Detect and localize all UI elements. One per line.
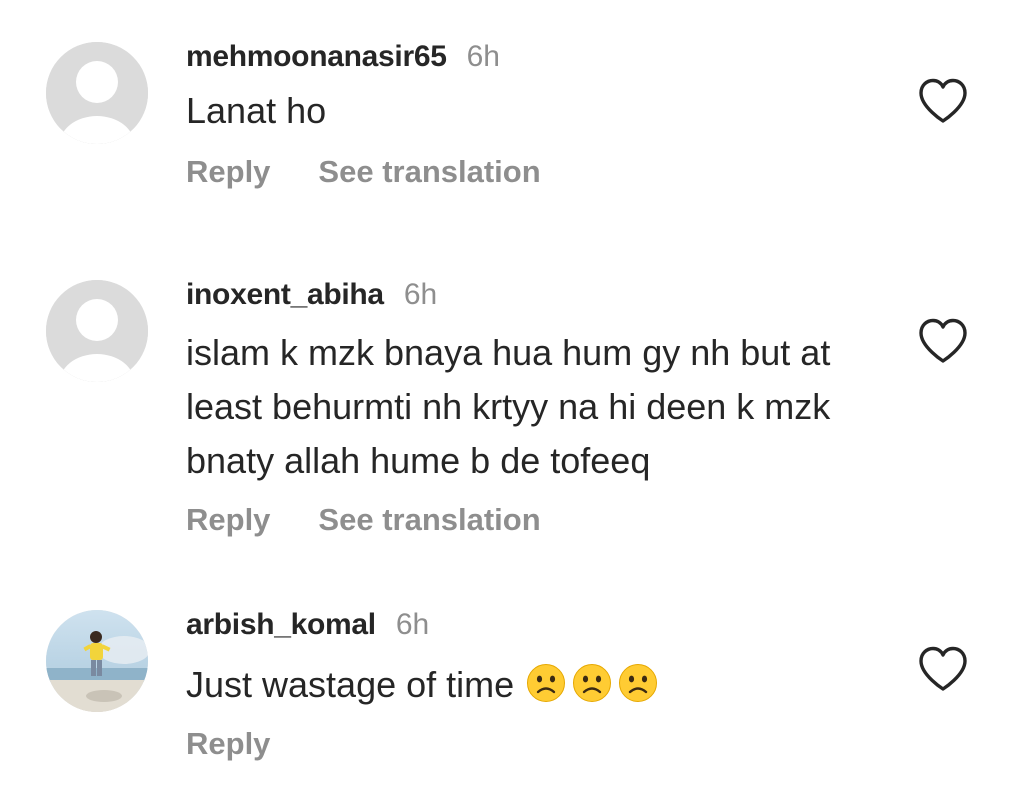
comment-body: inoxent_abiha 6h islam k mzk bnaya hua h… <box>186 276 866 538</box>
comment-meta: inoxent_abiha 6h <box>186 276 866 314</box>
see-translation-button[interactable]: See translation <box>318 502 540 538</box>
comment-actions: Reply See translation <box>186 154 904 190</box>
comment-meta: arbish_komal 6h <box>186 606 904 644</box>
default-avatar-icon <box>46 42 148 144</box>
frowning-face-icon <box>619 664 658 702</box>
comment-text: Just wastage of time <box>186 658 904 712</box>
emoji-group <box>514 664 658 705</box>
heart-outline-icon[interactable] <box>918 646 968 692</box>
avatar[interactable] <box>46 42 148 144</box>
username[interactable]: mehmoonanasir65 <box>186 40 447 74</box>
comment-actions: Reply <box>186 726 904 762</box>
reply-button[interactable]: Reply <box>186 154 270 190</box>
username[interactable]: arbish_komal <box>186 608 376 642</box>
heart-outline-icon[interactable] <box>918 78 968 124</box>
timestamp[interactable]: 6h <box>404 278 437 312</box>
default-avatar-icon <box>46 280 148 382</box>
comments-list: mehmoonanasir65 6h Lanat ho Reply See tr… <box>0 0 1024 800</box>
comment-meta: mehmoonanasir65 6h <box>186 38 904 76</box>
photo-avatar-icon <box>46 610 148 712</box>
comment-body: arbish_komal 6h Just wastage of time Rep… <box>186 606 904 762</box>
comment-text: Lanat ho <box>186 90 327 131</box>
comment-body: mehmoonanasir65 6h Lanat ho Reply See tr… <box>186 38 904 190</box>
username[interactable]: inoxent_abiha <box>186 278 384 312</box>
reply-button[interactable]: Reply <box>186 502 270 538</box>
heart-outline-icon[interactable] <box>918 318 968 364</box>
see-translation-button[interactable]: See translation <box>318 154 540 190</box>
reply-button[interactable]: Reply <box>186 726 270 762</box>
avatar[interactable] <box>46 610 148 712</box>
comment-text-content: Just wastage of time <box>186 664 515 705</box>
comment-text: islam k mzk bnaya hua hum gy nh but at l… <box>186 332 831 481</box>
timestamp[interactable]: 6h <box>467 40 500 74</box>
avatar[interactable] <box>46 280 148 382</box>
frowning-face-icon <box>573 664 612 702</box>
timestamp[interactable]: 6h <box>396 608 429 642</box>
frowning-face-icon <box>527 664 566 702</box>
comment-actions: Reply See translation <box>186 502 866 538</box>
